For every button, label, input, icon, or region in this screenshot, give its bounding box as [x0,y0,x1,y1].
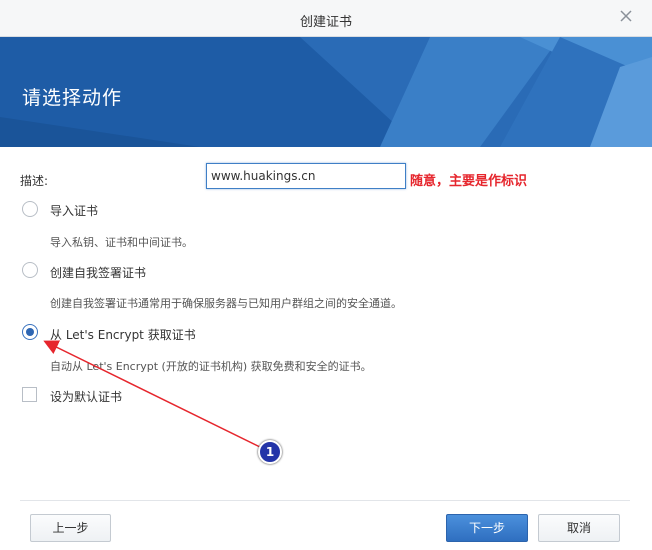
option-desc-self-signed: 创建自我签署证书通常用于确保服务器与已知用户群组之间的安全通道。 [50,297,402,310]
window-title: 创建证书 [299,15,352,30]
footer-divider [20,500,630,501]
annotation-step-badge: 1 [258,440,282,464]
close-icon[interactable] [618,8,634,24]
default-cert-label: 设为默认证书 [50,390,123,404]
option-label-lets-encrypt: 从 Let's Encrypt 获取证书 [50,328,196,342]
radio-lets-encrypt[interactable] [22,324,38,340]
default-cert-checkbox[interactable] [22,387,37,402]
description-input[interactable] [206,163,406,189]
header-banner: 请选择动作 [0,37,652,147]
radio-self-signed[interactable] [22,262,38,278]
option-desc-lets-encrypt: 自动从 Let's Encrypt (开放的证书机构) 获取免费和安全的证书。 [50,360,372,373]
option-label-self-signed: 创建自我签署证书 [50,266,147,280]
previous-button[interactable]: 上一步 [30,514,111,542]
radio-import-cert[interactable] [22,201,38,217]
banner-heading: 请选择动作 [22,87,123,109]
next-button[interactable]: 下一步 [446,514,528,542]
option-desc-import: 导入私钥、证书和中间证书。 [50,236,193,249]
title-bar: 创建证书 [0,0,652,37]
description-label: 描述: [20,174,49,188]
cancel-button[interactable]: 取消 [538,514,620,542]
option-label-import: 导入证书 [50,204,99,218]
annotation-note: 随意，主要是作标识 [410,174,528,189]
